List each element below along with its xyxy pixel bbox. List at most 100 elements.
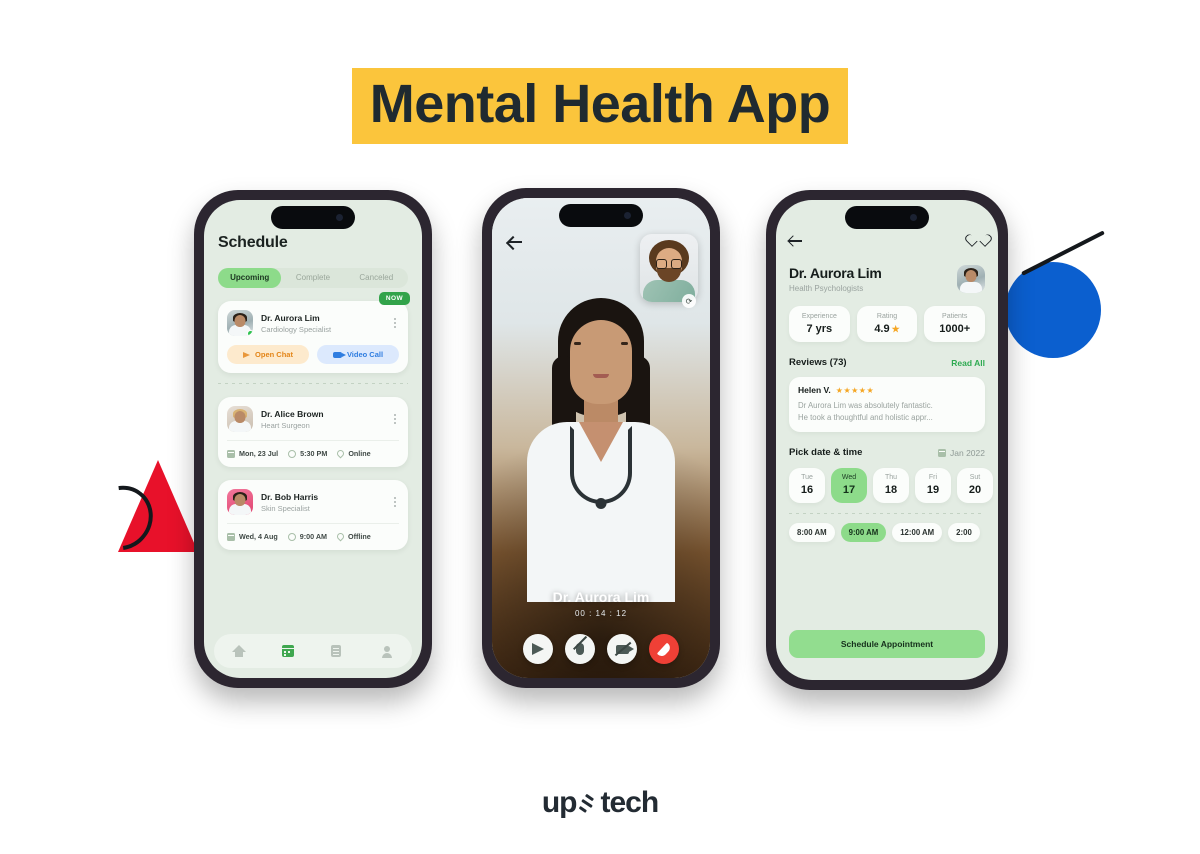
day-option-16[interactable]: Tue 16	[789, 468, 825, 504]
video-call-button[interactable]: Video Call	[317, 345, 399, 364]
time-option-1200[interactable]: 12:00 AM	[892, 523, 943, 543]
avatar	[227, 310, 253, 336]
online-status-dot	[247, 330, 253, 336]
doctor-name: Dr. Alice Brown	[261, 408, 324, 419]
logo-text-tech: tech	[600, 786, 659, 819]
video-call-label: Video Call	[346, 350, 384, 359]
tab-canceled[interactable]: Canceled	[345, 268, 408, 288]
now-badge: NOW	[378, 292, 410, 305]
dynamic-island	[845, 206, 929, 229]
review-line-1: Dr Aurora Lim was absolutely fantastic.	[798, 401, 933, 410]
picker-title: Pick date & time	[789, 447, 863, 459]
appointment-mode: Online	[335, 448, 371, 459]
review-author: Helen V.	[798, 385, 831, 395]
poster-canvas: Mental Health App Schedule Upcoming Comp…	[0, 0, 1200, 854]
review-card[interactable]: Helen V. ★★★★★ Dr Aurora Lim was absolut…	[789, 377, 985, 433]
appointment-mode: Offline	[335, 531, 371, 542]
dynamic-island	[271, 206, 355, 229]
send-icon	[532, 643, 544, 655]
self-view-pip[interactable]	[640, 234, 698, 302]
blue-circle-decoration	[1005, 262, 1101, 358]
phone-mockup-schedule: Schedule Upcoming Complete Canceled NOW	[194, 190, 432, 688]
phone-mockup-doctor-profile: Dr. Aurora Lim Health Psychologists Expe…	[766, 190, 1008, 690]
day-option-19[interactable]: Fri 19	[915, 468, 951, 504]
time-option-0800[interactable]: 8:00 AM	[789, 523, 835, 543]
avatar	[227, 406, 253, 432]
heart-icon[interactable]	[972, 235, 985, 247]
more-options-icon[interactable]	[391, 316, 399, 330]
footer: up tech	[0, 786, 1200, 820]
tab-complete[interactable]: Complete	[281, 268, 344, 288]
clock-icon	[287, 532, 296, 541]
doctor-name: Dr. Bob Harris	[261, 491, 319, 502]
review-stars: ★★★★★	[835, 385, 875, 395]
doctor-specialty: Skin Specialist	[261, 503, 310, 513]
date-picker: Tue 16 Wed 17 Thu 18 Fri 19 Sut 20	[789, 468, 993, 504]
schedule-tabs: Upcoming Complete Canceled	[218, 268, 408, 288]
star-icon: ★	[891, 323, 900, 334]
doctor-specialty: Heart Surgeon	[261, 420, 310, 430]
day-option-18[interactable]: Thu 18	[873, 468, 909, 504]
nav-document-icon[interactable]	[331, 644, 344, 658]
appointment-time: 5:30 PM	[288, 449, 327, 458]
stat-experience: Experience 7 yrs	[789, 306, 850, 342]
end-call-button[interactable]	[649, 634, 679, 664]
doctor-specialty: Cardiology Specialist	[261, 324, 332, 334]
open-chat-label: Open Chat	[255, 350, 293, 359]
doctor-stats: Experience 7 yrs Rating 4.9 ★ Patients 1…	[789, 306, 986, 342]
call-timer: 00 : 14 : 12	[574, 609, 628, 618]
doctor-avatar	[957, 265, 985, 293]
camera-flip-icon[interactable]: ⟳	[682, 294, 696, 308]
appointment-card-bob[interactable]: Dr. Bob Harris Skin Specialist Wed, 4 Au…	[218, 480, 408, 550]
stat-patients: Patients 1000+	[924, 306, 986, 342]
read-all-link[interactable]: Read All	[951, 358, 985, 368]
appointment-date: Mon, 23 Jul	[227, 449, 278, 458]
day-option-20[interactable]: Sut 20	[957, 468, 993, 504]
caller-name: Dr. Aurora Lim	[552, 589, 650, 605]
stat-rating-value: 4.9	[874, 323, 890, 335]
appointment-date: Wed, 4 Aug	[227, 532, 278, 541]
stat-experience-value: 7 yrs	[806, 323, 833, 335]
remote-participant-video	[526, 298, 676, 602]
picker-month[interactable]: Jan 2022	[938, 448, 985, 458]
appointment-card-now[interactable]: NOW Dr. Aurora Lim Cardiology Specialist	[218, 292, 410, 373]
send-message-button[interactable]	[523, 634, 553, 664]
avatar	[227, 489, 253, 515]
stat-patients-value: 1000+	[939, 323, 971, 335]
back-arrow-icon[interactable]	[789, 234, 802, 247]
page-title: Mental Health App	[351, 68, 849, 144]
open-chat-button[interactable]: Open Chat	[227, 345, 309, 364]
stat-rating: Rating 4.9 ★	[856, 306, 918, 342]
calendar-icon	[227, 532, 235, 541]
logo-text-up: up	[541, 786, 578, 819]
tab-upcoming[interactable]: Upcoming	[218, 268, 282, 288]
nav-home-icon[interactable]	[232, 644, 247, 658]
nav-calendar-icon[interactable]	[281, 644, 295, 658]
bottom-navigation	[214, 634, 412, 668]
schedule-appointment-button[interactable]: Schedule Appointment	[789, 630, 985, 658]
back-arrow-icon[interactable]	[508, 235, 522, 249]
review-line-2: He took a thoughtful and holistic appr..…	[798, 413, 933, 423]
nav-person-icon[interactable]	[381, 645, 394, 658]
doctor-profile-screen: Dr. Aurora Lim Health Psychologists Expe…	[776, 200, 998, 680]
video-off-icon	[615, 644, 634, 654]
time-option-0900[interactable]: 9:00 AM	[840, 523, 887, 543]
day-option-17[interactable]: Wed 17	[831, 468, 867, 504]
more-options-icon[interactable]	[391, 495, 399, 509]
doctor-name: Dr. Aurora Lim	[261, 312, 320, 323]
doctor-name: Dr. Aurora Lim	[789, 265, 882, 281]
more-options-icon[interactable]	[391, 412, 399, 426]
reviews-title: Reviews (73)	[789, 357, 847, 368]
time-option-0200[interactable]: 2:00	[948, 523, 980, 543]
dynamic-island	[559, 204, 643, 227]
toggle-video-button[interactable]	[607, 634, 637, 664]
doctor-specialty: Health Psychologists	[789, 284, 864, 293]
picker-divider	[789, 513, 985, 515]
page-title-wrap: Mental Health App	[0, 68, 1200, 144]
end-call-icon	[657, 642, 672, 657]
calendar-icon	[227, 449, 235, 458]
appointment-time: 9:00 AM	[287, 532, 327, 541]
mute-microphone-button[interactable]	[565, 634, 595, 664]
appointment-card-alice[interactable]: Dr. Alice Brown Heart Surgeon Mon, 23 Ju…	[218, 397, 408, 467]
time-picker: 8:00 AM 9:00 AM 12:00 AM 2:00	[789, 523, 985, 543]
